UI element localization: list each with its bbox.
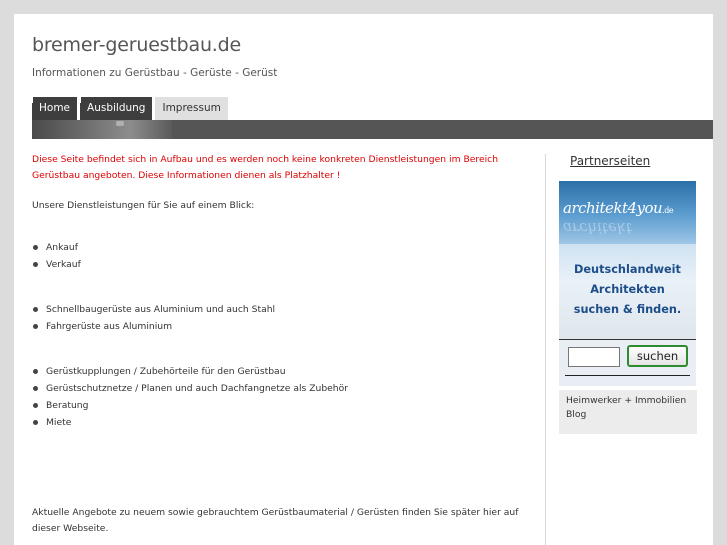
header-banner <box>32 120 713 139</box>
list-item: Gerüstkupplungen / Zubehörteile für den … <box>32 363 532 380</box>
ad-search-button[interactable]: suchen <box>627 345 688 367</box>
ad-search-input[interactable] <box>568 347 620 367</box>
tab-home[interactable]: Home <box>30 97 78 120</box>
services-list-scaffolds: Schnellbaugerüste aus Aluminium und auch… <box>32 301 532 335</box>
main-content: Diese Seite befindet sich in Aufbau und … <box>32 152 532 537</box>
ad-logo-reflection: architekt <box>563 219 632 237</box>
logo-part: architekt <box>563 199 628 217</box>
list-item: Fahrgerüste aus Aluminium <box>32 318 532 335</box>
logo-part: you <box>636 199 663 217</box>
logo-part: .de <box>662 206 674 215</box>
ad-line: suchen & finden. <box>573 303 682 316</box>
ad-search-form: suchen <box>559 339 696 386</box>
ad-header: architekt4you.de architekt <box>559 181 696 244</box>
blog-link[interactable]: Heimwerker + Immobilien Blog <box>559 390 697 434</box>
page: bremer-geruestbau.de Informationen zu Ge… <box>14 14 713 545</box>
ad-slogan: Deutschlandweit Architekten suchen & fin… <box>559 244 696 339</box>
ad-line: Architekten <box>590 283 665 296</box>
main-nav: Home Ausbildung Impressum <box>30 97 228 120</box>
list-item: Miete <box>32 414 532 431</box>
tab-impressum[interactable]: Impressum <box>155 97 228 120</box>
list-item: Gerüstschutznetze / Planen und auch Dach… <box>32 380 532 397</box>
list-item: Beratung <box>32 397 532 414</box>
partner-sites-link[interactable]: Partnerseiten <box>570 154 650 168</box>
logo-part: 4 <box>627 199 638 217</box>
ad-line: Deutschlandweit <box>574 263 681 276</box>
services-intro: Unsere Dienstleistungen für Sie auf eine… <box>32 200 255 211</box>
construction-notice: Diese Seite befindet sich in Aufbau und … <box>32 154 499 181</box>
banner-photo <box>32 120 172 139</box>
tab-ausbildung[interactable]: Ausbildung <box>79 97 153 120</box>
services-list-accessories: Gerüstkupplungen / Zubehörteile für den … <box>32 363 532 431</box>
column-divider <box>545 154 546 545</box>
list-item: Schnellbaugerüste aus Aluminium und auch… <box>32 301 532 318</box>
ad-logo: architekt4you.de <box>563 199 674 217</box>
site-subtitle: Informationen zu Gerüstbau - Gerüste - G… <box>32 67 278 79</box>
ad-divider <box>565 375 690 376</box>
list-item: Verkauf <box>32 256 532 273</box>
services-list-trade: Ankauf Verkauf <box>32 239 532 273</box>
list-item: Ankauf <box>32 239 532 256</box>
offers-text: Aktuelle Angebote zu neuem sowie gebrauc… <box>32 507 519 534</box>
site-title: bremer-geruestbau.de <box>32 34 241 56</box>
architekt4you-ad[interactable]: architekt4you.de architekt Deutschlandwe… <box>559 181 696 386</box>
